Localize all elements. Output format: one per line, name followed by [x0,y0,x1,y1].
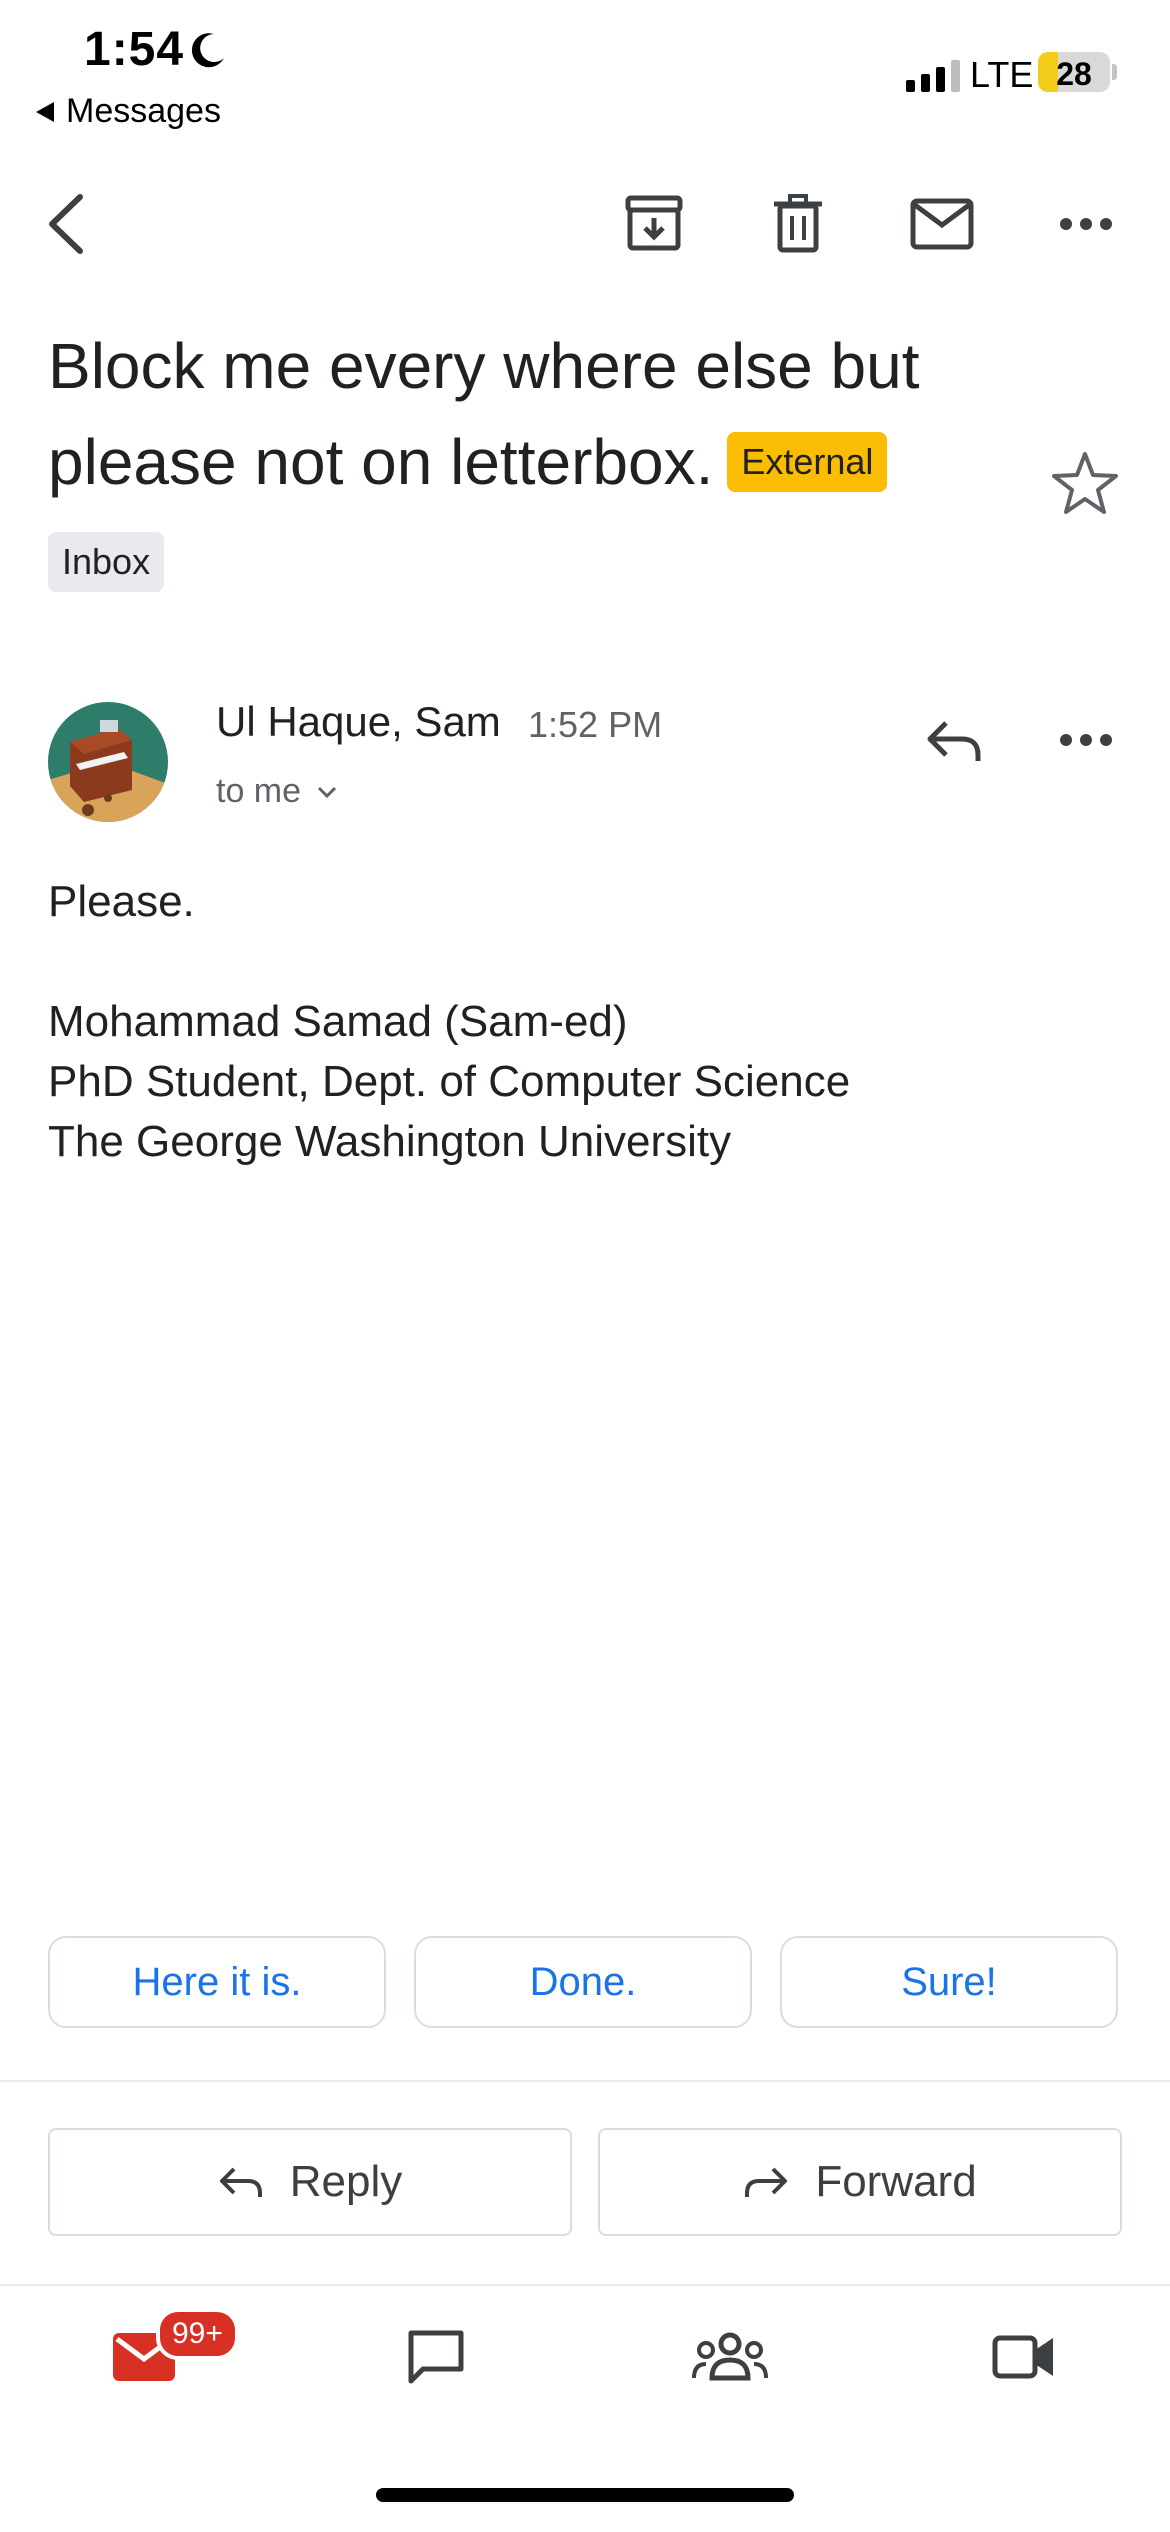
sender-avatar[interactable] [48,702,168,822]
smart-reply-button[interactable]: Done. [414,1936,752,2028]
smart-reply-button[interactable]: Here it is. [48,1936,386,2028]
message-more-button[interactable] [1046,700,1126,780]
back-button[interactable] [28,184,108,264]
trash-icon [774,194,822,253]
smart-reply-button[interactable]: Sure! [780,1936,1118,2028]
body-spacer [48,932,1108,992]
signal-strength-icon [906,58,960,92]
recipient-details-toggle[interactable]: to me [216,772,339,811]
battery-percent: 28 [1056,56,1092,92]
email-body: Please. Mohammad Samad (Sam-ed) PhD Stud… [48,872,1108,1172]
chevron-down-icon [317,786,337,798]
signature-line: PhD Student, Dept. of Computer Science [48,1057,851,1106]
star-button[interactable] [1050,448,1120,518]
more-horizontal-icon [1060,218,1112,230]
forward-button[interactable]: Forward [598,2128,1122,2236]
mail-icon [910,198,974,250]
signature-line: The George Washington University [48,1117,732,1166]
reply-button[interactable]: Reply [48,2128,572,2236]
recipient-label: to me [216,772,302,810]
body-text: Please. [48,877,195,926]
folder-label-chip[interactable]: Inbox [48,532,165,592]
unread-count-badge: 99+ [156,2308,239,2360]
moon-icon [191,33,224,68]
battery-nub [1112,64,1117,80]
spaces-icon [692,2332,768,2381]
nav-spaces-tab[interactable] [670,2302,790,2412]
archive-button[interactable] [614,184,694,264]
star-icon [1052,452,1118,514]
signature-line: Mohammad Samad (Sam-ed) [48,997,628,1046]
piano-avatar-icon [48,702,168,822]
forward-icon [745,2167,788,2197]
reply-icon [219,2167,262,2197]
more-options-button[interactable] [1046,184,1126,264]
battery-icon: 28 [1038,52,1110,92]
reply-quick-button[interactable] [914,700,994,780]
external-badge: External [727,432,888,492]
divider [0,2284,1170,2286]
video-camera-icon [992,2335,1053,2379]
divider [0,2080,1170,2082]
reply-label: Reply [289,2157,403,2206]
network-type: LTE [970,54,1034,95]
status-time: 1:54 [84,23,185,76]
back-triangle-icon [36,101,54,122]
nav-meet-tab[interactable] [964,2302,1084,2412]
mark-unread-button[interactable] [902,184,982,264]
nav-chat-tab[interactable] [376,2302,496,2412]
back-arrow-icon [49,194,83,254]
forward-label: Forward [815,2157,977,2206]
back-to-messages-link[interactable]: Messages [36,92,221,131]
back-app-label: Messages [66,92,221,130]
archive-icon [625,195,683,251]
email-detail-screen: 1:54 Messages LTE 28 Block me every wher… [0,0,1170,2532]
reply-icon [927,721,981,761]
home-indicator[interactable] [376,2488,794,2502]
delete-button[interactable] [758,184,838,264]
sender-name[interactable]: Ul Haque, Sam [216,698,501,746]
sent-time: 1:52 PM [528,704,663,745]
chat-icon [408,2330,464,2384]
email-subject: Block me every where else but please not… [48,318,1048,510]
more-horizontal-icon [1060,734,1112,746]
